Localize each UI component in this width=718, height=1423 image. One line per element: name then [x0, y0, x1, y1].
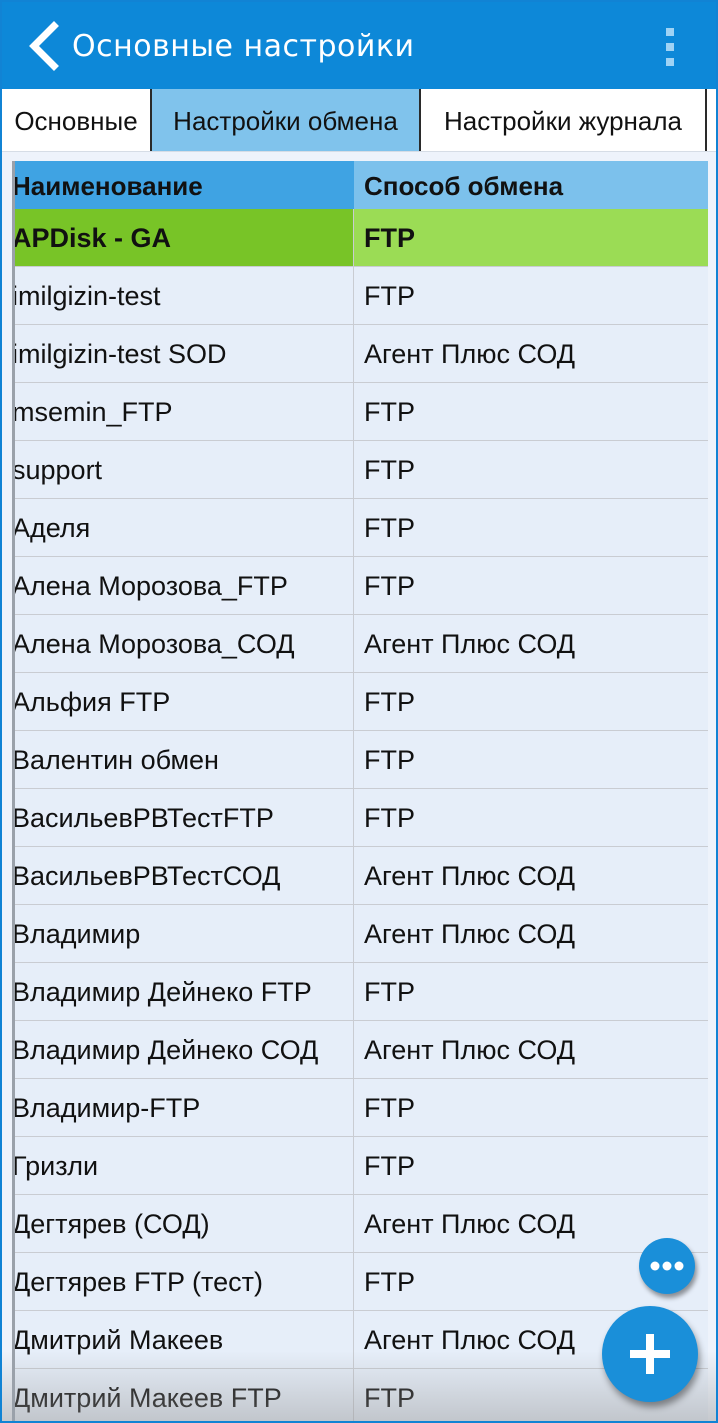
app-bar: Основные настройки	[2, 2, 716, 89]
cell-method: FTP	[364, 455, 415, 485]
overflow-menu-button[interactable]	[657, 26, 683, 70]
add-button[interactable]	[602, 1306, 698, 1402]
cell-name: Дмитрий Макеев FTP	[12, 1369, 354, 1421]
column-header-method[interactable]: Способ обмена	[354, 161, 708, 209]
cell-name: Гризли	[12, 1137, 354, 1194]
table-row[interactable]: APDisk - GA FTP	[12, 209, 708, 267]
cell-method: Агент Плюс СОД	[364, 629, 576, 659]
table-row[interactable]: msemin_FTP FTP	[12, 383, 708, 441]
cell-name: Владимир-FTP	[12, 1079, 354, 1136]
more-vertical-icon-dot	[666, 58, 674, 66]
cell-method: FTP	[364, 687, 415, 717]
cell-name: msemin_FTP	[12, 383, 354, 440]
more-vertical-icon	[666, 28, 674, 36]
table-row[interactable]: support FTP	[12, 441, 708, 499]
table-row[interactable]: imilgizin-test FTP	[12, 267, 708, 325]
cell-name: Альфия FTP	[12, 673, 354, 730]
table-row[interactable]: Дегтярев (СОД) Агент Плюс СОД	[12, 1195, 708, 1253]
table-row[interactable]: Дмитрий Макеев FTP FTP	[12, 1369, 708, 1421]
cell-method: Агент Плюс СОД	[364, 339, 576, 369]
table-row[interactable]: Владимир-FTP FTP	[12, 1079, 708, 1137]
cell-name: Алена Морозова_СОД	[12, 615, 354, 672]
more-actions-button[interactable]	[639, 1238, 695, 1294]
cell-name: imilgizin-test	[12, 267, 354, 324]
tab-main[interactable]: Основные	[2, 89, 150, 151]
tab-journal-settings[interactable]: Настройки журнала	[421, 89, 705, 151]
back-button[interactable]	[22, 20, 72, 72]
cell-method: Агент Плюс СОД	[364, 861, 576, 891]
cell-name: Алена Морозова_FTP	[12, 557, 354, 614]
table-row[interactable]: imilgizin-test SOD Агент Плюс СОД	[12, 325, 708, 383]
cell-name: Дегтярев (СОД)	[12, 1195, 354, 1252]
table-row[interactable]: Алена Морозова_СОД Агент Плюс СОД	[12, 615, 708, 673]
table-row[interactable]: Владимир Дейнеко СОД Агент Плюс СОД	[12, 1021, 708, 1079]
cell-name: support	[12, 441, 354, 498]
cell-method: Агент Плюс СОД	[364, 1035, 576, 1065]
table-row[interactable]: ВасильевРВТестFTP FTP	[12, 789, 708, 847]
table-row[interactable]: Алена Морозова_FTP FTP	[12, 557, 708, 615]
table-header: Наименование Способ обмена	[12, 161, 708, 209]
cell-name: ВасильевРВТестСОД	[12, 847, 354, 904]
app-screen: Основные настройки Основные Настройки об…	[0, 0, 718, 1423]
tab-bar: Основные Настройки обмена Настройки журн…	[2, 89, 716, 152]
table-row[interactable]: Владимир Дейнеко FTP FTP	[12, 963, 708, 1021]
tab-divider	[705, 89, 707, 151]
cell-name: Владимир	[12, 905, 354, 962]
more-vertical-icon-dot	[666, 43, 674, 51]
cell-method: FTP	[364, 1093, 415, 1123]
cell-method: FTP	[364, 397, 415, 427]
cell-method: Агент Плюс СОД	[364, 919, 576, 949]
tab-exchange-settings[interactable]: Настройки обмена	[152, 89, 419, 151]
table-row[interactable]: ВасильевРВТестСОД Агент Плюс СОД	[12, 847, 708, 905]
table-row[interactable]: Валентин обмен FTP	[12, 731, 708, 789]
cell-method: FTP	[364, 513, 415, 543]
cell-name: ВасильевРВТестFTP	[12, 789, 354, 846]
table-body: APDisk - GA FTP imilgizin-test FTP imilgizin…	[12, 209, 708, 1421]
chevron-left-icon	[29, 21, 59, 71]
table-row[interactable]: Альфия FTP FTP	[12, 673, 708, 731]
cell-method: FTP	[364, 571, 415, 601]
exchange-table: Наименование Способ обмена APDisk - GA FT…	[12, 161, 708, 1421]
cell-method: FTP	[364, 281, 415, 311]
cell-method: FTP	[364, 1151, 415, 1181]
cell-name: Дегтярев FTP (тест)	[12, 1253, 354, 1310]
cell-name: Валентин обмен	[12, 731, 354, 788]
cell-name: Аделя	[12, 499, 354, 556]
cell-name: imilgizin-test SOD	[12, 325, 354, 382]
cell-name: Дмитрий Макеев	[12, 1311, 354, 1368]
table-row[interactable]: Гризли FTP	[12, 1137, 708, 1195]
cell-method: FTP	[354, 209, 708, 266]
cell-name: Владимир Дейнеко СОД	[12, 1021, 354, 1078]
table-row[interactable]: Аделя FTP	[12, 499, 708, 557]
cell-name: APDisk - GA	[12, 209, 354, 266]
column-header-name[interactable]: Наименование	[12, 161, 354, 209]
cell-method: FTP	[364, 977, 415, 1007]
plus-icon-bar	[646, 1334, 654, 1374]
table-row[interactable]: Дегтярев FTP (тест) FTP	[12, 1253, 708, 1311]
cell-method: FTP	[364, 745, 415, 775]
cell-name: Владимир Дейнеко FTP	[12, 963, 354, 1020]
table-row[interactable]: Владимир Агент Плюс СОД	[12, 905, 708, 963]
more-horizontal-icon	[650, 1261, 684, 1271]
cell-method: FTP	[364, 803, 415, 833]
page-title: Основные настройки	[72, 29, 415, 64]
